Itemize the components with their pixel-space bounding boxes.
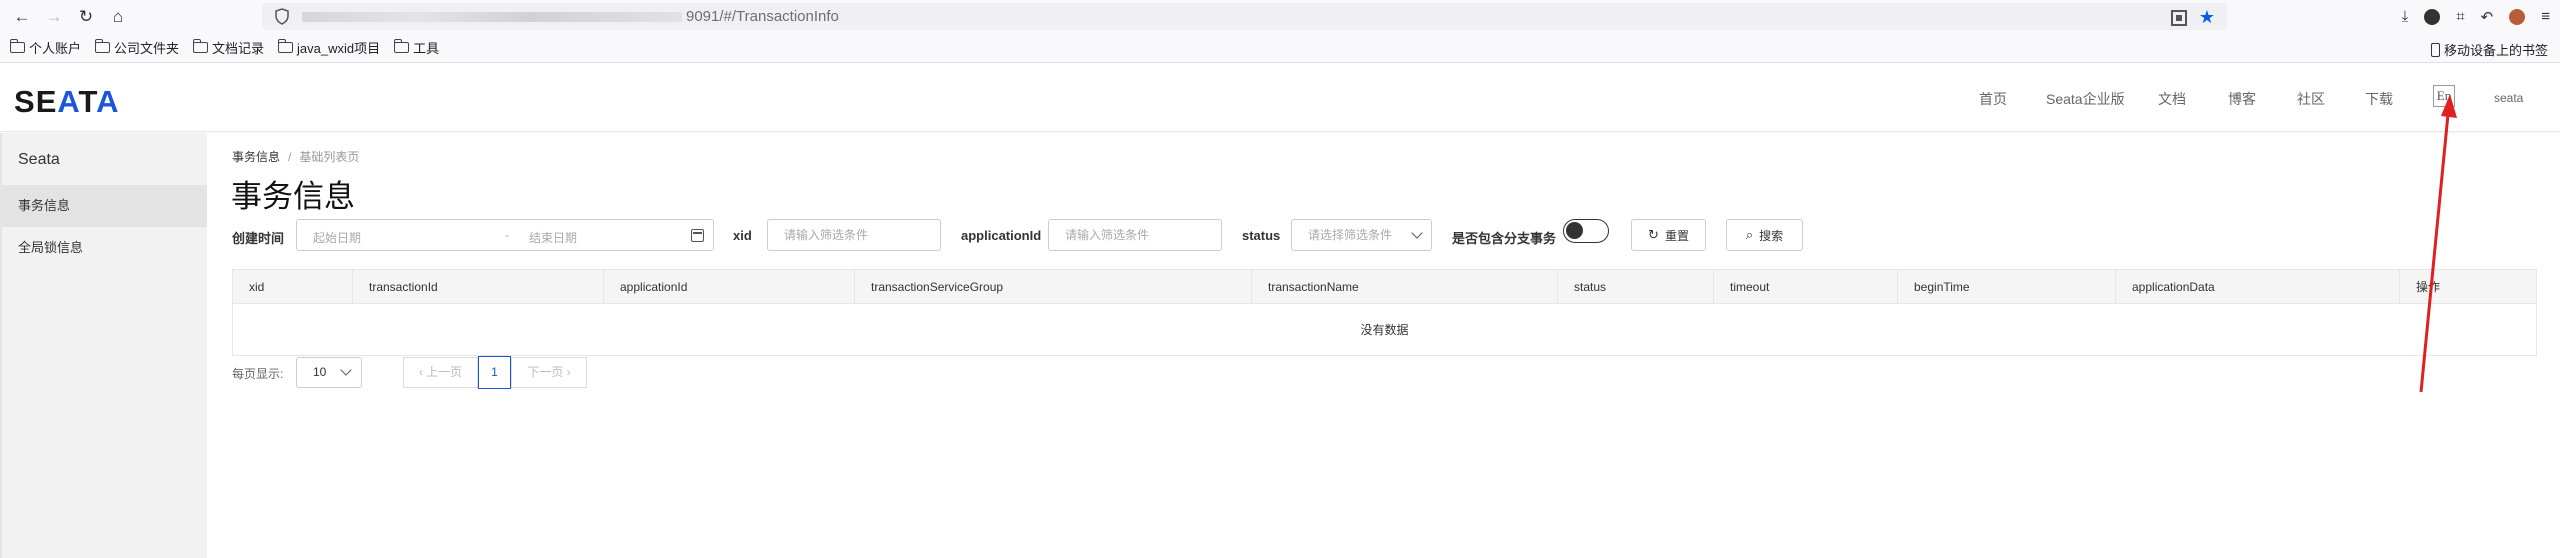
phone-icon — [2430, 42, 2440, 57]
breadcrumb-item: 基础列表页 — [299, 150, 360, 164]
folder-icon — [9, 39, 25, 53]
undo-icon[interactable]: ↶ — [2481, 8, 2494, 26]
column-header: applicationData — [2116, 270, 2400, 304]
nav-docs[interactable]: 文档 — [2158, 89, 2186, 109]
forward-arrow-icon[interactable]: → — [38, 1, 70, 33]
nav-community[interactable]: 社区 — [2297, 89, 2325, 109]
include-branch-toggle[interactable] — [1563, 219, 1609, 243]
empty-state: 没有数据 — [1360, 323, 1409, 337]
back-arrow-icon[interactable]: ← — [6, 1, 38, 33]
app-header: SEATA 首页 Seata企业版 文档 博客 社区 下载 En seata — [0, 64, 2560, 132]
chevron-down-icon — [340, 364, 352, 376]
status-select[interactable]: 请选择筛选条件 — [1291, 219, 1432, 251]
bookmark-folder[interactable]: 工具 — [393, 38, 439, 57]
annotation-arrow — [2419, 94, 2457, 393]
nav-enterprise[interactable]: Seata企业版 — [2046, 89, 2125, 109]
folder-icon — [393, 39, 410, 53]
column-header: applicationId — [604, 270, 855, 304]
column-header: xid — [233, 270, 353, 304]
url-redacted — [302, 12, 682, 22]
breadcrumb: 事务信息 / 基础列表页 — [232, 150, 360, 164]
reset-button[interactable]: ↻ 重置 — [1631, 219, 1706, 251]
chevron-left-icon: ‹ — [418, 365, 423, 379]
address-bar[interactable]: 9091/#/TransactionInfo ★ — [262, 3, 2227, 30]
column-header: beginTime — [1898, 270, 2116, 304]
status-label: status — [1242, 228, 1281, 243]
download-icon[interactable]: ⤓ — [2402, 8, 2409, 25]
created-time-label: 创建时间 — [232, 231, 285, 246]
menu-icon[interactable]: ≡ — [2541, 8, 2550, 25]
application-id-input[interactable]: 请输入筛选条件 — [1048, 219, 1222, 251]
xid-label: xid — [733, 228, 752, 243]
nav-blog[interactable]: 博客 — [2228, 89, 2256, 109]
folder-icon — [94, 39, 111, 53]
nav-download[interactable]: 下载 — [2365, 89, 2393, 109]
bookmark-folder[interactable]: 文档记录 — [192, 38, 264, 57]
home-icon[interactable]: ⌂ — [102, 1, 134, 33]
sidebar-title: Seata — [18, 151, 60, 168]
bookmark-folder[interactable]: 公司文件夹 — [94, 38, 179, 57]
reload-icon[interactable]: ↻ — [70, 1, 102, 33]
search-button[interactable]: ⌕ 搜索 — [1726, 219, 1803, 251]
page-size-select[interactable]: 10 — [296, 357, 362, 388]
bookmark-folder[interactable]: java_wxid项目 — [277, 38, 380, 57]
refresh-icon: ↻ — [1648, 227, 1659, 242]
sidebar: Seata 事务信息 全局锁信息 — [0, 133, 207, 558]
bookmarks-bar: 个人账户 公司文件夹 文档记录 java_wxid项目 工具 移动设备上的书签 — [0, 33, 2560, 63]
column-header: transactionId — [353, 270, 604, 304]
start-date-input[interactable]: 起始日期 — [313, 229, 361, 246]
mobile-bookmarks[interactable]: 移动设备上的书签 — [2430, 40, 2548, 59]
nav-home[interactable]: 首页 — [1979, 89, 2007, 109]
filter-bar: 创建时间 起始日期 - 结束日期 xid 请输入筛选条件 application… — [0, 219, 2560, 253]
breadcrumb-item[interactable]: 事务信息 — [232, 150, 280, 164]
profile-avatar-icon[interactable] — [2509, 8, 2526, 25]
extension-icon[interactable] — [2424, 8, 2441, 25]
column-header: timeout — [1714, 270, 1898, 304]
bookmark-folder[interactable]: 个人账户 — [9, 38, 81, 57]
browser-toolbar: ← → ↻ ⌂ 9091/#/TransactionInfo ★ ⤓ ⌗ ↶ ≡ — [0, 0, 2560, 33]
folder-icon — [192, 39, 209, 53]
column-header: transactionName — [1252, 270, 1558, 304]
user-name[interactable]: seata — [2494, 91, 2523, 105]
column-header: status — [1558, 270, 1714, 304]
include-branch-label: 是否包含分支事务 — [1452, 231, 1557, 246]
xid-input[interactable]: 请输入筛选条件 — [767, 219, 941, 251]
search-icon: ⌕ — [1745, 227, 1754, 242]
top-nav: 首页 Seata企业版 文档 博客 社区 下载 — [0, 64, 2560, 132]
table-header: xid transactionId applicationId transact… — [233, 270, 2536, 304]
current-page[interactable]: 1 — [478, 356, 511, 389]
transaction-table: xid transactionId applicationId transact… — [232, 269, 2537, 356]
application-id-label: applicationId — [961, 228, 1042, 243]
crop-icon[interactable]: ⌗ — [2456, 8, 2464, 25]
end-date-input[interactable]: 结束日期 — [529, 229, 577, 246]
folder-icon — [277, 39, 294, 53]
qr-code-icon[interactable] — [2170, 9, 2187, 26]
column-header: transactionServiceGroup — [855, 270, 1252, 304]
page-size-label: 每页显示: — [232, 367, 284, 381]
calendar-icon[interactable] — [691, 229, 704, 242]
next-page-button[interactable]: 下一页 › — [511, 357, 587, 388]
chevron-down-icon — [1411, 227, 1423, 239]
bookmark-star-icon[interactable]: ★ — [2199, 7, 2215, 28]
prev-page-button[interactable]: ‹ 上一页 — [403, 357, 478, 388]
date-range-picker[interactable]: 起始日期 - 结束日期 — [296, 219, 714, 251]
page-title: 事务信息 — [231, 179, 355, 214]
shield-icon — [275, 8, 289, 25]
chevron-right-icon: › — [566, 365, 571, 379]
url-text: 9091/#/TransactionInfo — [686, 8, 839, 25]
